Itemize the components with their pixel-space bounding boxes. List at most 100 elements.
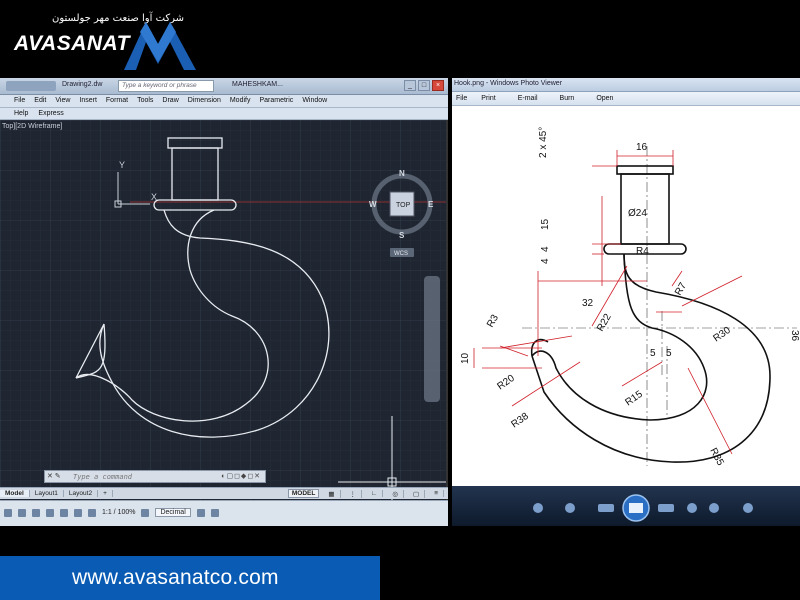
- status-icon-3[interactable]: [32, 508, 40, 517]
- drawing-viewport[interactable]: Y X TOP N S E W WCS: [0, 120, 446, 508]
- photo-viewer-menubar: File Print E-mail Burn Open: [452, 92, 800, 106]
- grid-toggle-icon[interactable]: ▦: [323, 489, 341, 498]
- zoom-icon[interactable]: [533, 503, 543, 513]
- osnap-toggle-icon[interactable]: ▢: [408, 489, 426, 498]
- delete-icon[interactable]: [743, 503, 753, 513]
- dim-d24: Ø24: [628, 208, 647, 219]
- status-icon-2[interactable]: [18, 508, 26, 517]
- status-icon-4[interactable]: [46, 508, 54, 517]
- viewcube-top[interactable]: TOP: [396, 202, 411, 209]
- status-icon-8[interactable]: [196, 508, 205, 517]
- viewport-label[interactable]: Top][2D Wireframe]: [2, 123, 62, 130]
- dim-5a: 5: [650, 348, 656, 359]
- navigation-bar[interactable]: [424, 276, 440, 402]
- add-layout-button[interactable]: +: [98, 490, 113, 497]
- autocad-menubar-row2: Help Express: [0, 108, 448, 120]
- command-input[interactable]: [73, 472, 193, 482]
- command-close-icon[interactable]: ✕ ✎: [47, 472, 61, 480]
- lineweight-toggle-icon[interactable]: ≡: [429, 490, 444, 497]
- command-line: ✕ ✎ ◐▢◻◆◻✕: [44, 470, 266, 483]
- slideshow-icon: [629, 503, 643, 513]
- user-account[interactable]: MAHESHKAM...: [232, 81, 283, 88]
- photo-viewer-window: Hook.png - Windows Photo Viewer File Pri…: [452, 78, 800, 526]
- logo-wordmark: AVASANAT: [14, 32, 130, 55]
- command-tools-icon[interactable]: ◐▢◻◆◻✕: [221, 472, 261, 480]
- company-logo: شرکت آوا صنعت مهر جولستون AVASANAT: [0, 0, 210, 74]
- customize-menu-icon[interactable]: [210, 508, 219, 517]
- menu-draw[interactable]: Draw: [162, 95, 187, 107]
- autocad-titlebar: Drawing2.dw Type a keyword or phrase MAH…: [0, 78, 448, 95]
- model-space-toggle[interactable]: MODEL: [287, 489, 320, 498]
- autocad-menubar: File Edit View Insert Format Tools Draw …: [0, 95, 448, 108]
- ortho-toggle-icon[interactable]: ∟: [366, 490, 384, 497]
- dim-15: 15: [540, 218, 551, 230]
- menu-tools[interactable]: Tools: [137, 95, 162, 107]
- minimize-button[interactable]: _: [404, 80, 416, 91]
- units-selector[interactable]: Decimal: [155, 508, 191, 517]
- menu-help[interactable]: Help: [14, 108, 38, 119]
- status-icon-6[interactable]: [74, 508, 82, 517]
- menu-parametric[interactable]: Parametric: [259, 95, 302, 107]
- menu-modify[interactable]: Modify: [230, 95, 260, 107]
- photo-viewer-controls: [452, 486, 800, 526]
- status-icon-1[interactable]: [4, 508, 12, 517]
- tab-layout1[interactable]: Layout1: [30, 490, 64, 497]
- dim-4a: 4: [540, 246, 551, 252]
- dim-4b: 4: [540, 258, 551, 264]
- dim-5b: 5: [666, 348, 672, 359]
- quick-access-toolbar[interactable]: [6, 81, 56, 91]
- viewcube-s[interactable]: S: [399, 231, 405, 240]
- menu-view[interactable]: View: [55, 95, 79, 107]
- photo-viewer-title: Hook.png - Windows Photo Viewer: [454, 80, 563, 87]
- viewcube-e[interactable]: E: [428, 200, 434, 209]
- tab-model[interactable]: Model: [0, 490, 30, 497]
- workspace-gear-icon[interactable]: [141, 508, 150, 517]
- menu-window[interactable]: Window: [302, 95, 336, 107]
- dim-chamfer: 2 x 45°: [538, 127, 549, 158]
- document-name: Drawing2.dw: [62, 81, 103, 88]
- rotate-ccw-icon[interactable]: [687, 503, 697, 513]
- menu-file[interactable]: File: [14, 95, 34, 107]
- status-toggles: MODEL ▦ ⋮ ∟ ◎ ▢ ≡: [287, 489, 448, 498]
- dim-10: 10: [460, 352, 471, 364]
- dim-r4: R4: [636, 246, 649, 257]
- logo-mark-icon: [124, 22, 196, 70]
- close-button[interactable]: ×: [432, 80, 444, 91]
- hook-technical-drawing: 16 Ø24 2 x 45° 15 4 4 R4 R7 32 R22 R3 R3…: [452, 106, 800, 486]
- autocad-window: Drawing2.dw Type a keyword or phrase MAH…: [0, 78, 448, 526]
- maximize-button[interactable]: □: [418, 80, 430, 91]
- dim-32: 32: [582, 298, 594, 309]
- previous-icon[interactable]: [598, 504, 614, 512]
- dim-36: 36: [789, 330, 800, 342]
- website-url[interactable]: www.avasanatco.com: [72, 566, 279, 590]
- viewcube-w[interactable]: W: [369, 200, 377, 209]
- menu-file[interactable]: File: [456, 92, 467, 105]
- window-controls: _ □ ×: [404, 80, 444, 91]
- fit-window-icon[interactable]: [565, 503, 575, 513]
- menu-format[interactable]: Format: [106, 95, 137, 107]
- menu-print[interactable]: Print: [481, 92, 495, 105]
- menu-burn[interactable]: Burn: [560, 92, 575, 105]
- menu-dimension[interactable]: Dimension: [188, 95, 230, 107]
- layout-tabs: Model Layout1 Layout2 + MODEL ▦ ⋮ ∟ ◎ ▢ …: [0, 487, 448, 499]
- footer-banner: www.avasanatco.com: [0, 556, 380, 600]
- status-icon-5[interactable]: [60, 508, 68, 517]
- polar-toggle-icon[interactable]: ◎: [387, 489, 405, 498]
- next-icon[interactable]: [658, 504, 674, 512]
- viewcube-n[interactable]: N: [399, 169, 405, 178]
- photo-viewer-titlebar: Hook.png - Windows Photo Viewer: [452, 78, 800, 92]
- wcs-label[interactable]: WCS: [394, 251, 408, 257]
- tab-layout2[interactable]: Layout2: [64, 490, 99, 497]
- dim-16: 16: [636, 142, 648, 153]
- annotation-scale[interactable]: 1:1 / 100%: [102, 509, 135, 516]
- menu-express[interactable]: Express: [38, 108, 73, 119]
- rotate-cw-icon[interactable]: [709, 503, 719, 513]
- snap-toggle-icon[interactable]: ⋮: [345, 489, 362, 498]
- menu-open[interactable]: Open: [596, 92, 613, 105]
- status-icon-7[interactable]: [88, 508, 96, 517]
- search-input[interactable]: Type a keyword or phrase: [118, 80, 214, 92]
- menu-insert[interactable]: Insert: [79, 95, 106, 107]
- menu-edit[interactable]: Edit: [34, 95, 55, 107]
- menu-email[interactable]: E-mail: [518, 92, 538, 105]
- screenshot-page: شرکت آوا صنعت مهر جولستون AVASANAT Drawi…: [0, 0, 800, 600]
